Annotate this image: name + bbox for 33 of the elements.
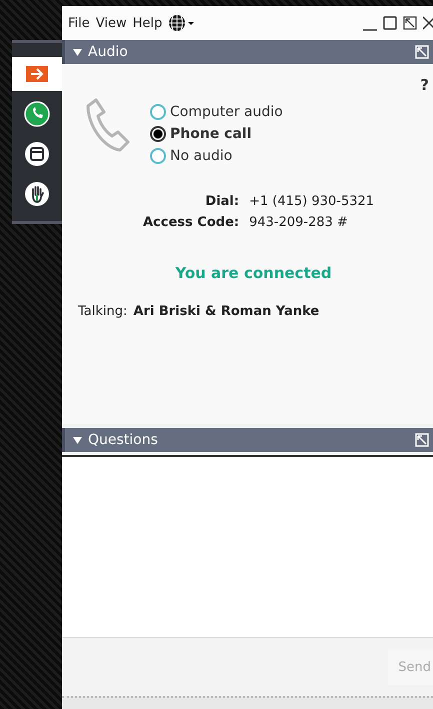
globe-icon[interactable] [168,14,196,32]
radio-option[interactable]: No audio [150,148,283,164]
menu-item[interactable]: View [96,16,127,30]
talking-names: Ari Briski & Roman Yanke [133,304,320,319]
menu-item[interactable]: Help [132,16,162,30]
help-link[interactable]: ? [420,76,429,94]
panel-header[interactable]: Audio [62,40,433,64]
radio-button[interactable] [150,126,166,142]
connection-status: You are connected [174,264,333,282]
window-icon [24,141,50,167]
maximize-icon[interactable] [383,16,397,30]
panel-title: Audio [88,44,128,60]
access-code-label: Access Code: [143,215,240,230]
phone-icon [24,101,50,127]
radio-option[interactable]: Phone call [150,126,283,142]
close-icon[interactable] [423,16,433,30]
panel-title: Questions [88,432,158,448]
option-label: No audio [170,148,232,164]
menu-item[interactable]: File [68,16,90,30]
raised-hand-icon [24,181,50,207]
dial-label: Dial: [204,194,240,209]
radio-button[interactable] [150,148,166,164]
access-code: 943-209-283 # [249,215,349,230]
radio-option[interactable]: Computer audio [150,104,283,120]
pop-out-icon[interactable] [403,16,417,30]
radio-button[interactable] [150,104,166,120]
collapse-icon[interactable] [73,436,82,444]
option-label: Computer audio [170,104,283,120]
panel-header[interactable]: Questions [62,428,433,452]
option-label: Phone call [170,126,252,142]
collapse-icon[interactable] [73,48,82,56]
dial-number: +1 (415) 930-5321 [249,194,374,209]
talking-label: Talking: [78,304,128,319]
